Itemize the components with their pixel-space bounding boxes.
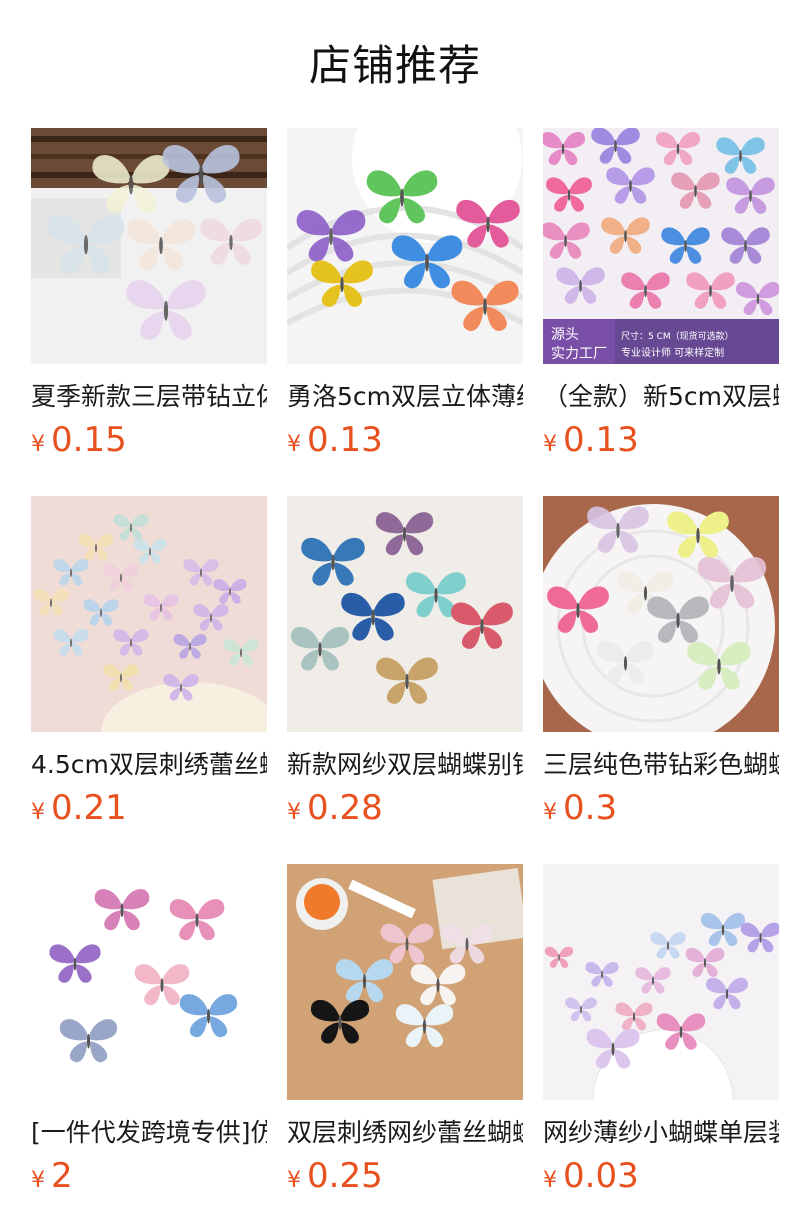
product-name[interactable]: （全款）新5cm双层蝴蝶 [543, 380, 779, 414]
butterfly-photo-icon [287, 864, 523, 1100]
butterfly-photo-icon [543, 496, 779, 732]
product-name[interactable]: 夏季新款三层带钻立体纱网蝴蝶 [31, 380, 267, 414]
badge-line1: 源头 [551, 327, 579, 343]
product-price: ¥0.13 [543, 418, 779, 462]
price-amount: 0.03 [563, 1156, 639, 1196]
product-price: ¥0.3 [543, 786, 779, 830]
product-card[interactable]: 新款网纱双层蝴蝶别针 ¥0.28 [287, 496, 523, 832]
page-title: 店铺推荐 [308, 41, 481, 90]
currency-symbol: ¥ [31, 800, 45, 825]
product-image[interactable] [543, 864, 779, 1100]
product-price: ¥0.25 [287, 1154, 523, 1198]
product-image[interactable] [543, 496, 779, 732]
butterfly-photo-icon [287, 496, 523, 732]
currency-symbol: ¥ [287, 1168, 301, 1193]
product-price: ¥0.28 [287, 786, 523, 830]
store-recommendations-page: 店铺推荐 夏季新款三层带钻立 ¥ 0.15 勇洛5cm双层立体薄 ¥ 0.13 … [0, 0, 790, 1232]
product-image[interactable] [287, 496, 523, 732]
price-amount: 0.15 [51, 420, 127, 460]
price-amount: 0.25 [307, 1156, 383, 1196]
product-name[interactable]: 4.5cm双层刺绣蕾丝蝴蝶 [31, 748, 267, 782]
product-price: ¥0.13 [287, 418, 523, 462]
currency-symbol: ¥ [287, 800, 301, 825]
butterfly-photo-icon [287, 128, 523, 364]
product-card[interactable]: 源头 实力工厂 尺寸：5 CM（现货可选款） 专业设计师 可来样定制 （全款）新… [543, 128, 779, 464]
product-name[interactable]: 勇洛5cm双层立体薄纱蝴蝶 [287, 380, 523, 414]
product-grid: 夏季新款三层带钻立体纱网蝴蝶 ¥0.15 [31, 128, 781, 1200]
product-name[interactable]: 网纱薄纱小蝴蝶单层装饰 [543, 1116, 779, 1150]
butterfly-photo-icon [31, 496, 267, 732]
product-card[interactable]: 夏季新款三层带钻立体纱网蝴蝶 ¥0.15 [31, 128, 267, 464]
product-image[interactable] [31, 864, 267, 1100]
product-card[interactable]: [一件代发跨境专供]仿真蝴蝶 ¥2 [31, 864, 267, 1200]
product-card[interactable]: 勇洛5cm双层立体薄纱蝴蝶 ¥0.13 [287, 128, 523, 464]
product-name[interactable]: [一件代发跨境专供]仿真蝴蝶 [31, 1116, 267, 1150]
product-price: ¥0.21 [31, 786, 267, 830]
product-name[interactable]: 新款网纱双层蝴蝶别针 [287, 748, 523, 782]
product-image[interactable] [31, 128, 267, 364]
badge-size: 尺寸：5 CM（现货可选款） [621, 330, 734, 342]
currency-symbol: ¥ [543, 800, 557, 825]
price-amount: 0.13 [307, 420, 383, 460]
badge-slogan: 专业设计师 可来样定制 [621, 346, 724, 359]
currency-symbol: ¥ [543, 432, 557, 457]
product-image[interactable] [287, 864, 523, 1100]
product-card[interactable]: 网纱薄纱小蝴蝶单层装饰 ¥0.03 [543, 864, 779, 1200]
badge-line2: 实力工厂 [551, 346, 607, 362]
price-amount: 2 [51, 1156, 73, 1196]
currency-symbol: ¥ [543, 1168, 557, 1193]
product-price: ¥0.15 [31, 418, 267, 462]
price-amount: 0.21 [51, 788, 127, 828]
product-name[interactable]: 三层纯色带钻彩色蝴蝶 [543, 748, 779, 782]
butterfly-photo-icon [31, 128, 267, 364]
product-price: ¥2 [31, 1154, 267, 1198]
butterfly-photo-icon [31, 864, 267, 1100]
product-image[interactable]: 源头 实力工厂 尺寸：5 CM（现货可选款） 专业设计师 可来样定制 [543, 128, 779, 364]
price-amount: 0.13 [563, 420, 639, 460]
butterfly-photo-icon [543, 864, 779, 1100]
currency-symbol: ¥ [31, 432, 45, 457]
product-card[interactable]: 4.5cm双层刺绣蕾丝蝴蝶 ¥0.21 [31, 496, 267, 832]
product-card[interactable]: 双层刺绣网纱蕾丝蝴蝶 ¥0.25 [287, 864, 523, 1200]
currency-symbol: ¥ [287, 432, 301, 457]
product-card[interactable]: 三层纯色带钻彩色蝴蝶 ¥0.3 [543, 496, 779, 832]
product-name[interactable]: 双层刺绣网纱蕾丝蝴蝶 [287, 1116, 523, 1150]
product-image[interactable] [31, 496, 267, 732]
currency-symbol: ¥ [31, 1168, 45, 1193]
product-price: ¥0.03 [543, 1154, 779, 1198]
price-amount: 0.28 [307, 788, 383, 828]
price-amount: 0.3 [563, 788, 618, 828]
butterfly-photo-icon: 源头 实力工厂 尺寸：5 CM（现货可选款） 专业设计师 可来样定制 [543, 128, 779, 364]
product-image[interactable] [287, 128, 523, 364]
